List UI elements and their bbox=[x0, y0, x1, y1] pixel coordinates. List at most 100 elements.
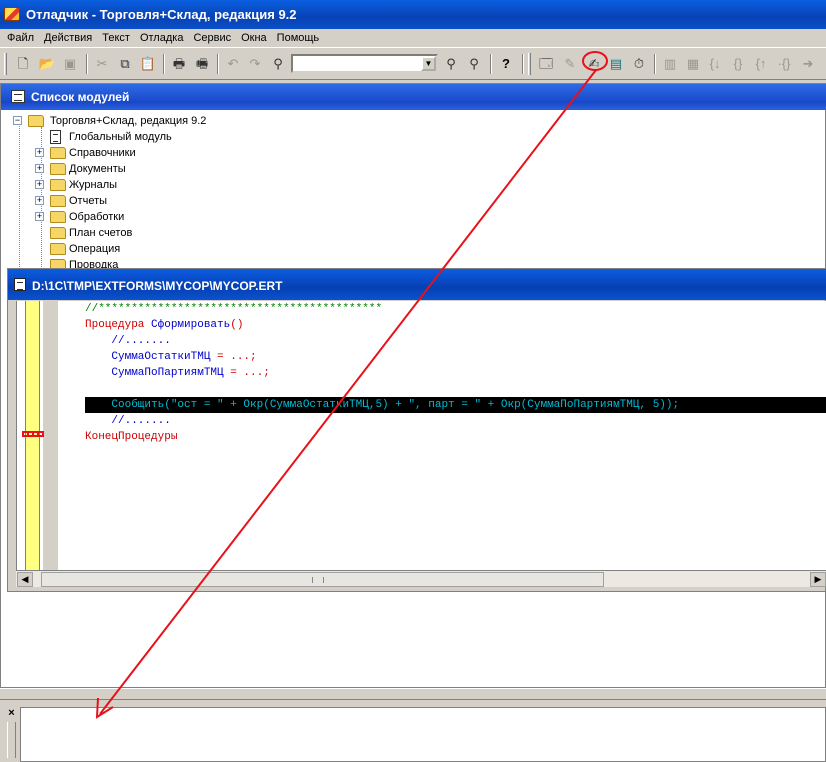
call-stack-icon[interactable]: ▤ bbox=[607, 55, 625, 73]
code-text-area[interactable]: //**************************************… bbox=[58, 301, 826, 570]
expand-icon[interactable]: + bbox=[35, 148, 44, 157]
code-line: КонецПроцедуры bbox=[85, 431, 178, 443]
message-pane-grip[interactable] bbox=[7, 722, 16, 758]
menu-text[interactable]: Текст bbox=[97, 29, 135, 47]
module-doc-icon bbox=[50, 130, 61, 144]
module-doc-icon bbox=[14, 278, 26, 291]
folder-icon bbox=[50, 211, 66, 223]
code-line: Процедура Сформировать() bbox=[85, 317, 243, 333]
code-operator: = ...; bbox=[223, 367, 270, 379]
folder-icon bbox=[50, 163, 66, 175]
current-line-marker-icon bbox=[22, 431, 44, 437]
collapse-icon[interactable]: − bbox=[13, 116, 22, 125]
title-bar: Отладчик - Торговля+Склад, редакция 9.2 bbox=[0, 0, 826, 29]
toolbar-grip[interactable] bbox=[528, 53, 531, 75]
help-icon[interactable]: ? bbox=[497, 55, 515, 73]
highlight-circle-annotation bbox=[582, 51, 608, 71]
tree-item-label: Операция bbox=[69, 243, 121, 255]
toolbar-separator bbox=[490, 54, 492, 74]
gutter-strip bbox=[43, 301, 59, 570]
close-icon[interactable]: × bbox=[6, 708, 17, 719]
menu-actions[interactable]: Действия bbox=[39, 29, 97, 47]
scroll-right-icon[interactable]: ▶ bbox=[810, 572, 826, 587]
toolbar-separator bbox=[163, 54, 165, 74]
module-list-title: Список модулей bbox=[31, 90, 130, 104]
pane-splitter[interactable] bbox=[0, 688, 826, 700]
tree-root-label: Торговля+Склад, редакция 9.2 bbox=[50, 115, 207, 127]
find-next-icon[interactable]: ⚲ bbox=[442, 55, 460, 73]
menu-bar: Файл Действия Текст Отладка Сервис Окна … bbox=[0, 29, 826, 47]
print-preview-icon[interactable]: 🖷 bbox=[193, 55, 211, 73]
step-icon[interactable]: ▥ bbox=[661, 55, 679, 73]
code-identifier: СуммаОстаткиТМЦ bbox=[85, 351, 211, 363]
folder-open-icon bbox=[28, 115, 44, 127]
find-prev-icon[interactable]: ⚲ bbox=[465, 55, 483, 73]
menu-service[interactable]: Сервис bbox=[188, 29, 236, 47]
window-title: Отладчик - Торговля+Склад, редакция 9.2 bbox=[26, 7, 297, 22]
open-folder-icon[interactable]: 📂 bbox=[38, 55, 56, 73]
scrollbar-thumb[interactable] bbox=[41, 572, 604, 587]
run-to-cursor-icon[interactable]: {↑ bbox=[752, 55, 770, 73]
code-paren: () bbox=[230, 319, 244, 331]
code-operator: = ...; bbox=[210, 351, 257, 363]
editor-file-path: D:\1C\TMP\EXTFORMS\MYCOP\MYCOP.ERT bbox=[32, 279, 283, 293]
current-code-line: Сообщить("ост = " + Окр(СуммаОстаткиТМЦ,… bbox=[85, 397, 826, 413]
code-line: //**************************************… bbox=[85, 303, 383, 315]
message-output-area[interactable] bbox=[20, 707, 826, 762]
toolbar-separator bbox=[522, 54, 524, 74]
folder-icon bbox=[50, 179, 66, 191]
app-icon bbox=[4, 7, 20, 21]
undo-icon[interactable]: ↶ bbox=[224, 55, 242, 73]
step-over-icon[interactable]: {↓ bbox=[706, 55, 724, 73]
message-pane: × bbox=[0, 703, 826, 762]
tree-item-label: План счетов bbox=[69, 227, 133, 239]
go-icon[interactable]: ➜ bbox=[799, 55, 817, 73]
editor-gutter[interactable] bbox=[16, 301, 59, 570]
menu-debug[interactable]: Отладка bbox=[135, 29, 188, 47]
continue-icon[interactable]: ·{} bbox=[775, 55, 793, 73]
expand-icon[interactable]: + bbox=[35, 196, 44, 205]
toolbar-separator bbox=[86, 54, 88, 74]
code-identifier: Сформировать bbox=[151, 319, 231, 331]
chevron-down-icon[interactable]: ▼ bbox=[421, 56, 436, 71]
scroll-left-icon[interactable]: ◀ bbox=[17, 572, 33, 587]
toolbar-grip[interactable] bbox=[4, 53, 7, 75]
step-into-icon[interactable]: ▦ bbox=[684, 55, 702, 73]
redo-icon[interactable]: ↷ bbox=[246, 55, 264, 73]
tree-item-label: Отчеты bbox=[69, 195, 108, 207]
code-editor-window: D:\1C\TMP\EXTFORMS\MYCOP\MYCOP.ERT //***… bbox=[7, 268, 826, 592]
tree-item-label: Глобальный модуль bbox=[69, 131, 172, 143]
menu-windows[interactable]: Окна bbox=[236, 29, 272, 47]
find-icon[interactable]: ⚲ bbox=[269, 55, 287, 73]
timer-icon[interactable]: ⏱ bbox=[630, 55, 648, 73]
editor-title-bar[interactable]: D:\1C\TMP\EXTFORMS\MYCOP\MYCOP.ERT bbox=[8, 269, 826, 300]
print-icon[interactable]: 🖶 bbox=[170, 55, 188, 73]
module-list-header: Список модулей bbox=[1, 84, 826, 110]
folder-icon bbox=[50, 227, 66, 239]
step-out-icon[interactable]: {} bbox=[729, 55, 747, 73]
expand-icon[interactable]: + bbox=[35, 164, 44, 173]
breakpoint-icon[interactable]: ✎ bbox=[561, 55, 579, 73]
toolbar-separator bbox=[654, 54, 656, 74]
cut-icon[interactable]: ✂ bbox=[93, 55, 111, 73]
expand-icon[interactable]: + bbox=[35, 180, 44, 189]
horizontal-scrollbar[interactable]: ◀ ▶ bbox=[16, 570, 826, 587]
folder-icon bbox=[50, 243, 66, 255]
new-doc-icon[interactable]: 🗋 bbox=[14, 55, 32, 73]
toolbar-separator bbox=[217, 54, 219, 74]
menu-help[interactable]: Помощь bbox=[272, 29, 325, 47]
search-combobox[interactable]: ▼ bbox=[291, 54, 438, 73]
folder-icon bbox=[50, 195, 66, 207]
tree-item-label: Журналы bbox=[69, 179, 118, 191]
expand-icon[interactable]: + bbox=[35, 212, 44, 221]
copy-icon[interactable]: ⧉ bbox=[116, 55, 134, 73]
menu-file[interactable]: Файл bbox=[2, 29, 39, 47]
code-identifier: СуммаПоПартиямТМЦ bbox=[85, 367, 224, 379]
save-icon[interactable]: ▣ bbox=[61, 55, 79, 73]
debug-window-icon[interactable]: 🗔 bbox=[537, 55, 555, 73]
tree-item-label: Документы bbox=[69, 163, 126, 175]
tree-item-label: Обработки bbox=[69, 211, 125, 223]
folder-icon bbox=[50, 147, 66, 159]
paste-icon[interactable]: 📋 bbox=[139, 55, 157, 73]
code-line: //....... bbox=[85, 335, 171, 347]
